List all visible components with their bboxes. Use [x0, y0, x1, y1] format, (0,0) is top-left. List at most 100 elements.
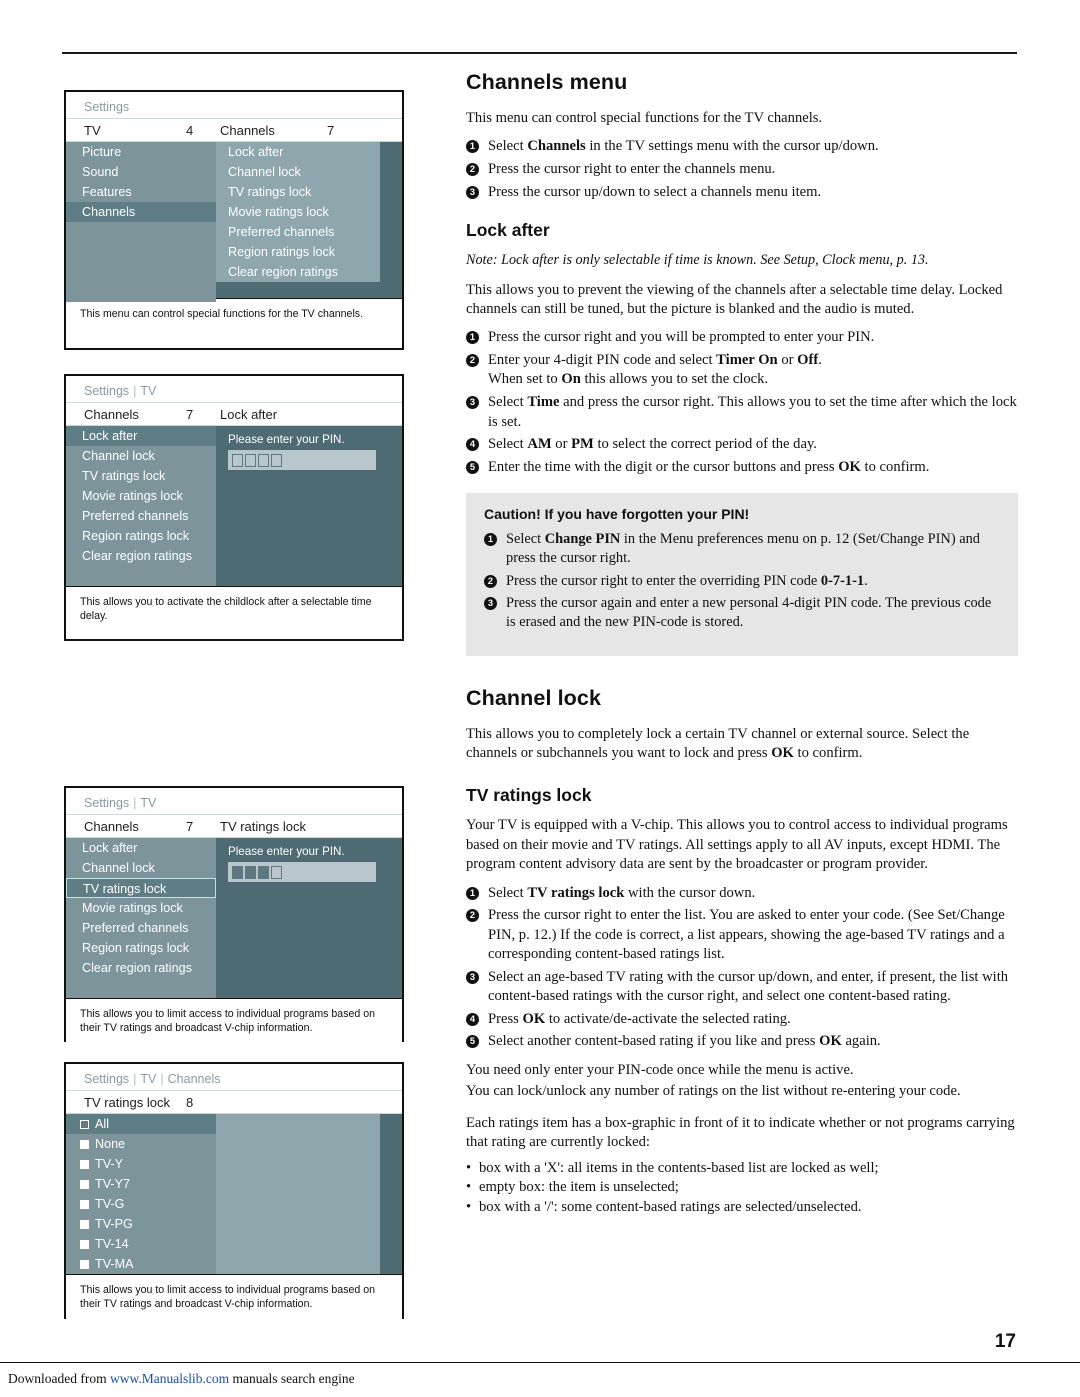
rating-row[interactable]: TV-Y [66, 1154, 402, 1174]
rating-row[interactable]: TV-MA [66, 1254, 402, 1274]
rating-row[interactable]: None [66, 1134, 402, 1154]
menu-item-preferred-channels[interactable]: Preferred channels [66, 506, 216, 526]
step-number: 2 [466, 909, 479, 923]
step-text: Select another content-based rating if y… [488, 1033, 881, 1050]
right-item-preferred-channels[interactable]: Preferred channels [216, 222, 380, 242]
checkbox-icon [80, 1259, 89, 1269]
rating-tv-14[interactable]: TV-14 [66, 1234, 216, 1254]
rating-row[interactable]: All [66, 1114, 402, 1134]
pin-input[interactable] [228, 450, 376, 470]
menu-item-region-ratings-lock[interactable]: Region ratings lock [66, 526, 216, 546]
menu-item-clear-region-ratings[interactable]: Clear region ratings [66, 958, 216, 978]
menu-item-blank-1 [66, 222, 216, 242]
menu-item-movie-ratings-lock[interactable]: Movie ratings lock [66, 898, 216, 918]
left-menu: Lock after Channel lock TV ratings lock … [66, 426, 216, 586]
step-text: Enter the time with the digit or the cur… [488, 458, 930, 475]
header-left: TV [84, 122, 101, 138]
right-item-region-ratings-lock[interactable]: Region ratings lock [216, 242, 380, 262]
menu-item-channel-lock[interactable]: Channel lock [66, 858, 216, 878]
menu-item-channels[interactable]: Channels [66, 202, 216, 222]
tv-ratings-after-2: You can lock/unlock any number of rating… [466, 1083, 961, 1100]
step: 2 Press the cursor right to enter the ove… [484, 572, 1000, 591]
step-number: 1 [484, 533, 497, 547]
pin-digit-3 [258, 453, 269, 467]
header-left: TV ratings lock [84, 1094, 170, 1110]
heading-channels-menu: Channels menu [466, 70, 628, 94]
footer-text: Downloaded from www.Manualslib.com manua… [8, 1371, 355, 1387]
checkbox-icon [80, 1199, 89, 1209]
rating-tv-pg[interactable]: TV-PG [66, 1214, 216, 1234]
right-item-movie-ratings-lock[interactable]: Movie ratings lock [216, 202, 380, 222]
step-number: 5 [466, 460, 479, 474]
menu-item-preferred-channels[interactable]: Preferred channels [66, 918, 216, 938]
screen-title: Settings [66, 92, 402, 118]
menu-item-lock-after[interactable]: Lock after [66, 838, 216, 858]
left-menu: Picture Sound Features Channels [66, 142, 216, 302]
rating-row[interactable]: TV-Y7 [66, 1174, 402, 1194]
manual-page: Settings TV 4 Channels 7 Picture Sound Fe… [0, 0, 1080, 1397]
step-text: Select an age-based TV rating with the c… [488, 968, 1009, 1005]
rating-all[interactable]: All [66, 1114, 216, 1134]
rating-row[interactable]: TV-PG [66, 1214, 402, 1234]
footer-link[interactable]: www.Manualslib.com [110, 1371, 229, 1386]
right-item-clear-region-ratings[interactable]: Clear region ratings [216, 262, 380, 282]
rating-none[interactable]: None [66, 1134, 216, 1154]
step-number: 3 [484, 597, 497, 611]
right-item-lock-after[interactable]: Lock after [216, 142, 380, 162]
header-left-num: 4 [186, 122, 194, 138]
bullet-item: box with a 'X': all items in the content… [466, 1159, 1018, 1179]
channel-lock-body: This allows you to completely lock a cer… [466, 725, 970, 762]
menu-item-blank-2 [66, 242, 216, 262]
pin-prompt: Please enter your PIN. [228, 433, 345, 446]
page-number: 17 [994, 1331, 1016, 1352]
step-number: 4 [466, 438, 479, 452]
right-item-tv-ratings-lock[interactable]: TV ratings lock [216, 182, 380, 202]
menu-item-tv-ratings-lock[interactable]: TV ratings lock [66, 878, 216, 898]
screen-caption: This allows you to limit access to indiv… [66, 998, 402, 1046]
screen-title: Settings | TV [66, 788, 402, 814]
menu-item-movie-ratings-lock[interactable]: Movie ratings lock [66, 486, 216, 506]
menu-item-features[interactable]: Features [66, 182, 216, 202]
lock-after-note: Note: Lock after is only selectable if t… [466, 252, 929, 269]
step: 4 Select AM or PM to select the correct p… [466, 435, 1018, 455]
step-number: 1 [466, 886, 479, 900]
step-number: 1 [466, 331, 479, 345]
step-number: 2 [484, 574, 497, 588]
rating-tv-y[interactable]: TV-Y [66, 1154, 216, 1174]
menu-item-lock-after[interactable]: Lock after [66, 426, 216, 446]
rating-tv-g[interactable]: TV-G [66, 1194, 216, 1214]
step: 3 Press the cursor again and enter a new … [484, 594, 1000, 633]
menu-item-picture[interactable]: Picture [66, 142, 216, 162]
menu-item-clear-region-ratings[interactable]: Clear region ratings [66, 546, 216, 566]
rating-row[interactable]: TV-14 [66, 1234, 402, 1254]
step: 3 Select Time and press the cursor right.… [466, 393, 1018, 432]
step: 5 Select another content-based rating if … [466, 1032, 1018, 1052]
lock-after-steps: 1 Press the cursor right and you will be … [466, 328, 1018, 477]
checkbox-icon [80, 1139, 89, 1149]
menu-item-channel-lock[interactable]: Channel lock [66, 446, 216, 466]
pin-input[interactable] [228, 862, 376, 882]
step-number: 1 [466, 140, 479, 154]
step-text: Press the cursor again and enter a new p… [506, 595, 992, 631]
rating-tv-y7[interactable]: TV-Y7 [66, 1174, 216, 1194]
header-left: Channels [84, 406, 139, 422]
menu-item-blank-3 [66, 262, 216, 282]
step-number: 2 [466, 162, 479, 176]
screen-body: Lock after Channel lock TV ratings lock … [66, 838, 402, 998]
menu-item-tv-ratings-lock[interactable]: TV ratings lock [66, 466, 216, 486]
checkbox-icon [80, 1219, 89, 1229]
menu-item-region-ratings-lock[interactable]: Region ratings lock [66, 938, 216, 958]
header-right: Lock after [220, 406, 278, 422]
pin-prompt: Please enter your PIN. [228, 845, 345, 858]
checkbox-icon [80, 1159, 89, 1169]
right-item-channel-lock[interactable]: Channel lock [216, 162, 380, 182]
step-text: Select Time and press the cursor right. … [488, 393, 1017, 430]
step-text: Press the cursor right to enter the over… [506, 572, 868, 589]
channels-menu-steps: 1 Select Channels in the TV settings menu… [466, 137, 1018, 202]
rating-tv-ma[interactable]: TV-MA [66, 1254, 216, 1274]
menu-item-sound[interactable]: Sound [66, 162, 216, 182]
header-left-num: 7 [186, 406, 194, 422]
step: 1 Select Channels in the TV settings menu… [466, 137, 1018, 157]
rating-row[interactable]: TV-G [66, 1194, 402, 1214]
pin-digit-group [232, 453, 282, 467]
